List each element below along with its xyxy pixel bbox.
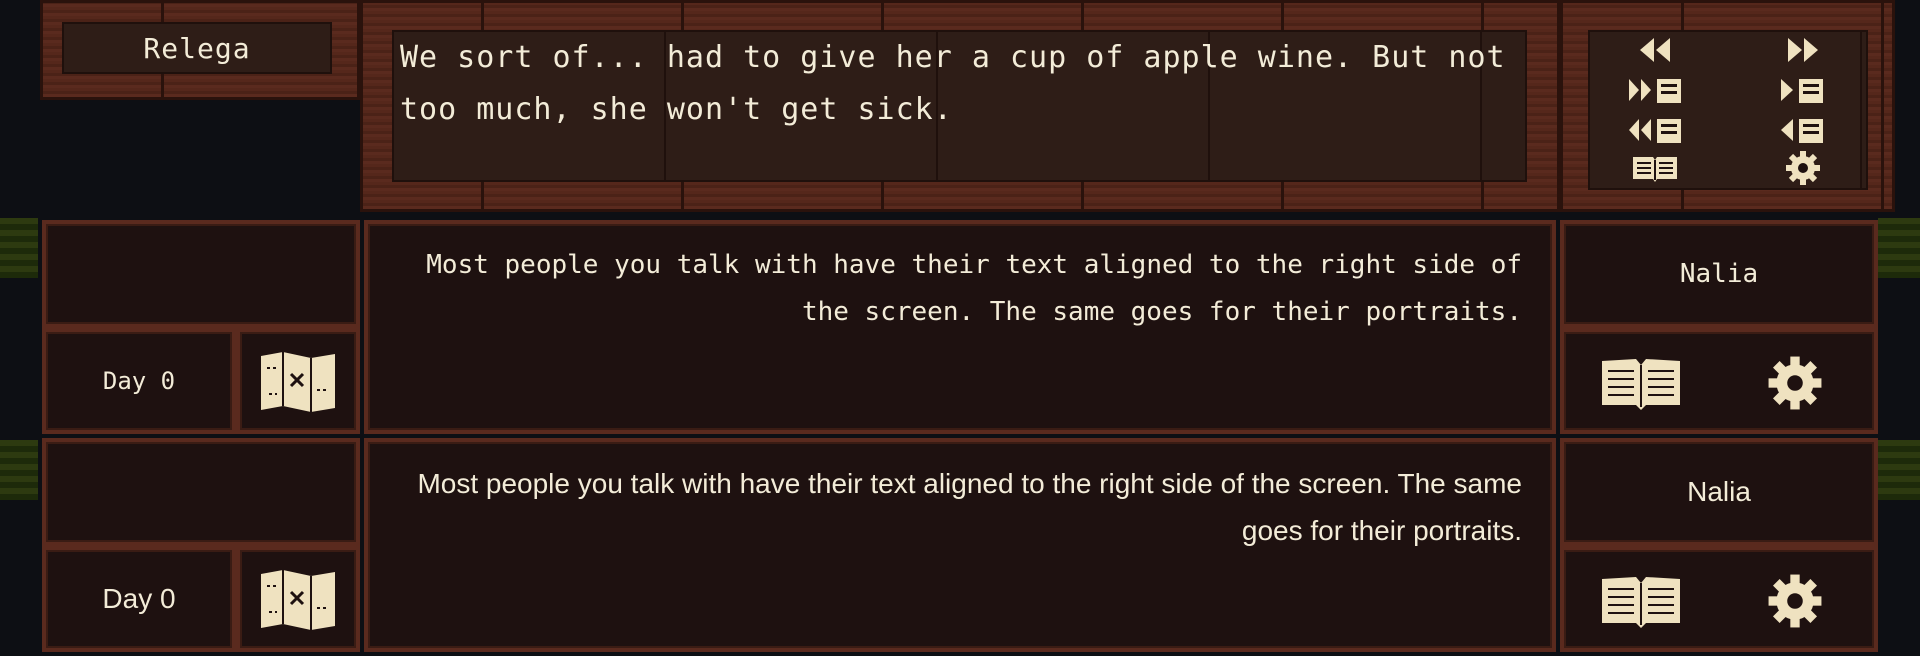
map-icon — [261, 570, 335, 630]
speaker-name: Relega — [143, 31, 251, 65]
gear-icon — [1768, 574, 1822, 628]
rewind-button[interactable] — [1600, 32, 1710, 68]
skip-save-button[interactable] — [1600, 72, 1710, 108]
fast-forward-icon — [1788, 38, 1818, 62]
map-icon — [261, 352, 335, 412]
row2-log-button[interactable] — [1596, 568, 1686, 634]
day-counter: Day 0 — [102, 583, 176, 614]
book-icon — [1602, 359, 1680, 410]
history-log-button[interactable] — [1600, 150, 1710, 186]
row2-settings-button[interactable] — [1762, 568, 1828, 634]
grass-right-bottom — [1878, 440, 1920, 500]
gear-icon — [1786, 151, 1820, 185]
row1-day-box: Day 0 — [42, 328, 236, 434]
quick-load-button[interactable] — [1748, 112, 1858, 148]
back-save-icon — [1629, 119, 1681, 143]
row2-name-box: Nalia — [1560, 438, 1878, 546]
book-icon — [1633, 157, 1677, 182]
row1-map-button[interactable] — [236, 328, 360, 434]
row2-portrait-slot — [42, 438, 360, 546]
row2-message: Most people you talk with have their tex… — [364, 438, 1556, 652]
grass-left-top — [0, 218, 38, 278]
day-counter: Day 0 — [102, 367, 176, 395]
grass-right-top — [1878, 218, 1920, 278]
settings-button[interactable] — [1748, 150, 1858, 186]
fast-forward-button[interactable] — [1748, 32, 1858, 68]
row2-day-box: Day 0 — [42, 546, 236, 652]
back-save-button[interactable] — [1600, 112, 1710, 148]
grass-left-bottom — [0, 440, 38, 500]
row1-portrait-slot — [42, 220, 360, 328]
book-icon — [1602, 577, 1680, 628]
row1-speaker-name: Nalia — [1679, 259, 1759, 289]
row1-message: Most people you talk with have their tex… — [364, 220, 1556, 434]
row1-settings-button[interactable] — [1762, 350, 1828, 416]
quick-load-icon — [1781, 119, 1823, 143]
quick-save-icon — [1781, 79, 1823, 103]
dialog-text: We sort of... had to give her a cup of a… — [400, 40, 1506, 127]
row1-name-box: Nalia — [1560, 220, 1878, 328]
gear-icon — [1768, 356, 1822, 410]
row2-map-button[interactable] — [236, 546, 360, 652]
row2-speaker-name: Nalia — [1687, 476, 1751, 507]
quick-save-button[interactable] — [1748, 72, 1858, 108]
row1-log-button[interactable] — [1596, 350, 1686, 416]
rewind-icon — [1640, 38, 1670, 62]
skip-save-icon — [1629, 79, 1681, 103]
